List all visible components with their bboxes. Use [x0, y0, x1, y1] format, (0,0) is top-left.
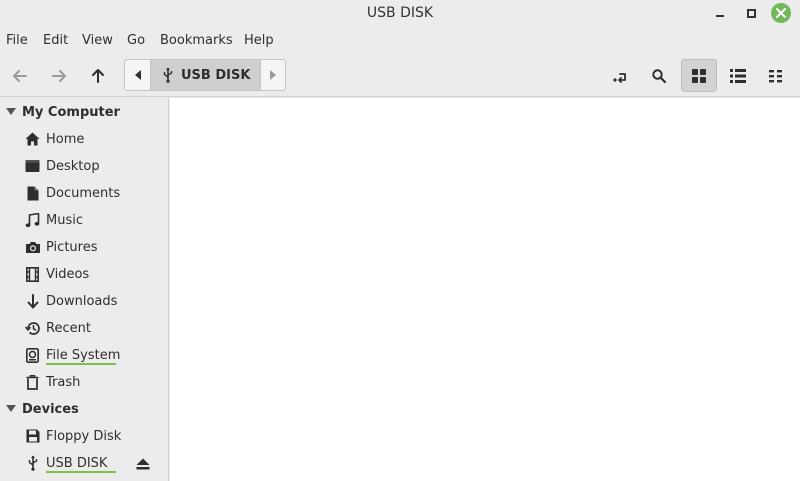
history-icon: [24, 321, 40, 335]
sidebar-item-trash[interactable]: Trash: [24, 371, 80, 393]
sidebar-item-music[interactable]: Music: [24, 209, 83, 231]
window-title: USB DISK: [366, 5, 434, 21]
arrow-right-icon: [52, 69, 66, 82]
sidebar-item-label: Downloads: [46, 293, 118, 309]
sidebar-item-home[interactable]: Home: [24, 128, 84, 150]
close-button[interactable]: [771, 3, 791, 23]
search-button[interactable]: [642, 59, 676, 92]
path-bar: USB DISK: [124, 59, 286, 91]
arrow-up-icon: [92, 68, 104, 83]
usb-icon: [163, 67, 173, 83]
camera-icon: [25, 241, 40, 253]
path-crumb-usb-disk[interactable]: USB DISK: [151, 60, 260, 90]
location-toggle-icon: [613, 72, 626, 83]
menu-bookmarks[interactable]: Bookmarks: [160, 33, 233, 48]
expander-down-icon: [6, 405, 16, 412]
grid-view-icon: [692, 68, 706, 83]
sidebar-section-devices[interactable]: Devices: [0, 398, 79, 420]
path-scroll-right-button[interactable]: [260, 60, 285, 90]
sidebar-item-documents[interactable]: Documents: [24, 182, 120, 204]
menu-go[interactable]: Go: [127, 33, 145, 48]
sidebar-item-recent[interactable]: Recent: [24, 317, 91, 339]
toggle-location-button[interactable]: [604, 59, 638, 92]
sidebar-item-floppy-disk[interactable]: Floppy Disk: [24, 425, 121, 447]
list-view-button[interactable]: [721, 59, 755, 92]
desktop-icon: [25, 160, 40, 172]
sidebar-section-my-computer[interactable]: My Computer: [0, 101, 120, 123]
sidebar-item-label: Recent: [46, 320, 91, 336]
menu-file[interactable]: File: [6, 33, 28, 48]
file-system-usage-bar: [46, 363, 116, 365]
menu-bar: File Edit View Go Bookmarks Help: [0, 28, 800, 54]
floppy-icon: [26, 429, 39, 443]
sidebar-item-desktop[interactable]: Desktop: [24, 155, 100, 177]
maximize-button[interactable]: [741, 3, 761, 23]
sidebar-item-label: Pictures: [46, 239, 98, 255]
menu-help[interactable]: Help: [244, 33, 274, 48]
sidebar-item-label: Documents: [46, 185, 121, 201]
caret-right-icon: [270, 70, 276, 80]
compact-view-icon: [769, 69, 782, 82]
minimize-button[interactable]: [710, 3, 730, 23]
caret-left-icon: [134, 70, 141, 80]
download-icon: [27, 293, 38, 308]
music-icon: [25, 212, 40, 227]
eject-button[interactable]: [135, 456, 151, 472]
toolbar: [0, 55, 800, 97]
expander-down-icon: [6, 108, 16, 115]
eject-icon: [136, 458, 150, 470]
sidebar-section-label: Devices: [22, 401, 79, 417]
back-button[interactable]: [3, 59, 37, 92]
usb-icon: [28, 455, 37, 471]
arrow-left-icon: [13, 69, 27, 82]
list-view-icon: [730, 68, 746, 83]
title-bar: USB DISK: [0, 0, 800, 27]
menu-view[interactable]: View: [82, 33, 113, 48]
documents-icon: [27, 186, 38, 200]
trash-icon: [26, 374, 39, 390]
close-icon: [776, 8, 786, 18]
path-crumb-label: USB DISK: [181, 67, 251, 83]
up-button[interactable]: [81, 59, 115, 92]
sidebar-item-label: Home: [46, 131, 85, 147]
search-icon: [652, 68, 667, 83]
sidebar-item-label: File System: [46, 347, 121, 363]
sidebar-item-label: Floppy Disk: [46, 428, 122, 444]
minimize-icon: [716, 15, 724, 17]
sidebar-item-label: Videos: [46, 266, 90, 282]
compact-view-button[interactable]: [759, 59, 793, 92]
icon-view-button[interactable]: [681, 59, 717, 92]
sidebar-item-label: USB DISK: [46, 455, 108, 471]
file-view-area[interactable]: [170, 98, 800, 481]
sidebar: My Computer Home Desktop Documents Music…: [0, 98, 169, 481]
sidebar-item-videos[interactable]: Videos: [24, 263, 89, 285]
usb-disk-usage-bar: [46, 471, 116, 473]
sidebar-item-pictures[interactable]: Pictures: [24, 236, 97, 258]
path-scroll-left-button[interactable]: [125, 60, 151, 90]
forward-button[interactable]: [42, 59, 76, 92]
sidebar-section-label: My Computer: [22, 104, 120, 120]
sidebar-item-label: Desktop: [46, 158, 100, 174]
maximize-icon: [746, 8, 756, 18]
menu-edit[interactable]: Edit: [43, 33, 68, 48]
disk-icon: [26, 347, 39, 363]
sidebar-item-label: Music: [46, 212, 83, 228]
film-icon: [26, 266, 39, 282]
home-icon: [25, 132, 40, 146]
sidebar-item-label: Trash: [46, 374, 81, 390]
sidebar-item-downloads[interactable]: Downloads: [24, 290, 117, 312]
